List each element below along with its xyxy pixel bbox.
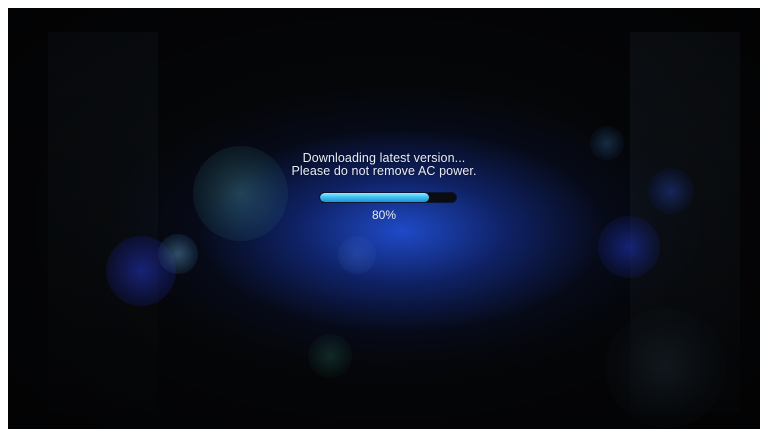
download-progress-bar <box>320 193 456 202</box>
download-progress-percent: 80% <box>371 208 397 222</box>
update-screen: Downloading latest version... Please do … <box>8 8 760 429</box>
status-message: Downloading latest version... Please do … <box>8 152 760 178</box>
download-progress-fill <box>320 193 429 202</box>
status-message-line-2: Please do not remove AC power. <box>291 164 477 178</box>
display-frame: Downloading latest version... Please do … <box>0 0 767 436</box>
